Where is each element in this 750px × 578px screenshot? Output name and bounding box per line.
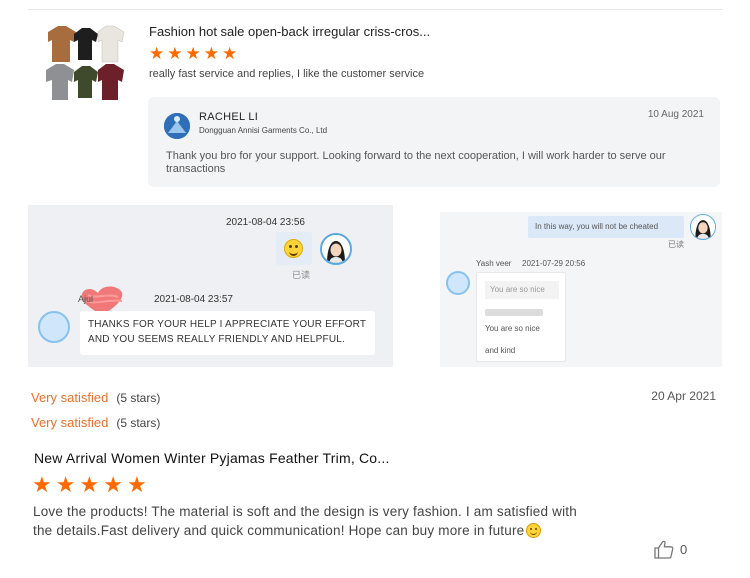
review-product-title[interactable]: Fashion hot sale open-back irregular cri…: [149, 24, 430, 39]
seller-company: Dongguan Annisi Garments Co., Ltd: [199, 126, 328, 135]
chat-outgoing-bubble: In this way, you will not be cheated: [528, 216, 684, 238]
chat-message-line: and kind: [485, 346, 516, 355]
review-date: 20 Apr 2021: [651, 389, 716, 403]
review-rating: ★ ★ ★ ★ ★: [149, 45, 237, 63]
smile-emoji-icon: [284, 239, 303, 258]
star-icon: ★: [203, 44, 219, 63]
chat-message-bubble: THANKS FOR YOUR HELP I APPRECIATE YOUR E…: [80, 311, 375, 355]
chat-message-line: You are so nice: [485, 324, 540, 333]
chat-incoming-bubble: You are so nice You are so nice and kind: [476, 272, 566, 362]
satisfaction-label: Very satisfied: [31, 390, 109, 405]
emoji-message-bubble: [276, 232, 312, 265]
review-text-body: Love the products! The material is soft …: [33, 504, 577, 538]
seller-avatar: [446, 271, 470, 295]
star-icon: ★: [167, 44, 183, 63]
star-icon: ★: [222, 44, 238, 63]
star-icon: ★: [126, 472, 147, 497]
product-thumbnail[interactable]: [42, 22, 128, 104]
review-product-title[interactable]: New Arrival Women Winter Pyjamas Feather…: [34, 450, 390, 466]
seller-reply-date: 10 Aug 2021: [647, 109, 704, 120]
satisfaction-label: Very satisfied: [31, 415, 109, 430]
satisfaction-count: (5 stars): [116, 416, 161, 430]
seller-name: RACHEL LI: [199, 111, 259, 123]
quoted-message: You are so nice: [485, 281, 559, 299]
chat-timestamp: 2021-08-04 23:57: [154, 294, 233, 305]
chat-sender-name: Yash veer: [476, 259, 512, 268]
read-status: 已读: [668, 240, 684, 249]
like-count: 0: [680, 541, 688, 557]
star-icon: ★: [185, 44, 201, 63]
blurred-text: [485, 309, 543, 316]
like-button[interactable]: 0: [654, 538, 694, 560]
seller-reply: RACHEL LI Dongguan Annisi Garments Co., …: [148, 97, 720, 187]
seller-avatar: [38, 311, 70, 343]
read-status: 已读: [292, 270, 311, 280]
top-divider: [28, 9, 722, 10]
chat-screenshot-2[interactable]: In this way, you will not be cheated 已读 …: [440, 212, 722, 367]
seller-avatar-icon: [164, 113, 190, 139]
chat-timestamp: 2021-08-04 23:56: [226, 217, 305, 228]
seller-reply-message: Thank you bro for your support. Looking …: [166, 150, 666, 175]
star-icon: ★: [55, 472, 76, 497]
chat-screenshot-1[interactable]: 2021-08-04 23:56 已读 Ajul 2021-08-04 23:5…: [28, 205, 393, 367]
thumbs-up-icon: [654, 540, 674, 559]
review-text: Love the products! The material is soft …: [33, 502, 588, 540]
chat-timestamp: 2021-07-29 20:56: [522, 259, 586, 268]
review-rating: ★ ★ ★ ★ ★: [32, 474, 147, 496]
star-icon: ★: [79, 472, 100, 497]
chat-sender-name: Ajul: [78, 294, 94, 304]
satisfaction-row: Very satisfied (5 stars): [31, 390, 160, 405]
buyer-avatar: [690, 214, 716, 240]
buyer-avatar: [320, 233, 352, 265]
star-icon: ★: [149, 44, 165, 63]
smile-emoji-icon: [526, 523, 542, 538]
star-icon: ★: [32, 472, 52, 497]
satisfaction-row: Very satisfied (5 stars): [31, 415, 160, 430]
review-text: really fast service and replies, I like …: [149, 68, 425, 80]
satisfaction-count: (5 stars): [116, 391, 161, 405]
star-icon: ★: [103, 472, 123, 497]
